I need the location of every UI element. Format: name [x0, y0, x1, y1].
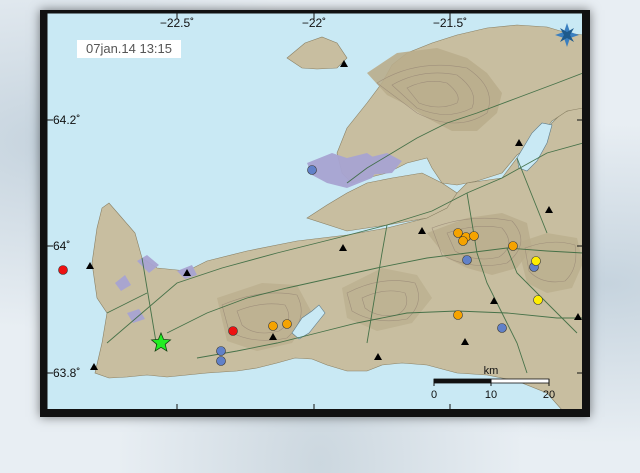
earthquake-marker[interactable] [453, 310, 463, 320]
lat-label-1: 64.2˚ [53, 113, 80, 127]
earthquake-marker[interactable] [216, 356, 226, 366]
scale-tick-0: 0 [431, 389, 437, 401]
lon-label-2: −22˚ [302, 16, 326, 30]
earthquake-marker[interactable] [268, 321, 278, 331]
earthquake-marker[interactable] [533, 295, 543, 305]
earthquake-marker[interactable] [453, 228, 463, 238]
earthquake-marker[interactable] [462, 255, 472, 265]
earthquake-marker[interactable] [216, 346, 226, 356]
scale-unit: km [484, 365, 499, 377]
timestamp-label: 07jan.14 13:15 [77, 40, 181, 58]
scale-tick-20: 20 [543, 389, 555, 401]
earthquake-marker[interactable] [58, 265, 68, 275]
earthquake-marker[interactable] [282, 319, 292, 329]
earthquake-marker[interactable] [228, 326, 238, 336]
earthquake-marker[interactable] [531, 256, 541, 266]
earthquake-marker[interactable] [469, 231, 479, 241]
lon-label-3: −21.5˚ [433, 16, 467, 30]
earthquake-map[interactable]: −22.5˚ −22˚ −21.5˚ 64.2˚ 64˚ 63.8˚ km 0 … [47, 13, 583, 410]
lon-label-1: −22.5˚ [160, 16, 194, 30]
earthquake-marker[interactable] [458, 236, 468, 246]
earthquake-marker[interactable] [307, 165, 317, 175]
map-viewport[interactable]: −22.5˚ −22˚ −21.5˚ 64.2˚ 64˚ 63.8˚ km 0 … [47, 13, 583, 410]
map-frame: −22.5˚ −22˚ −21.5˚ 64.2˚ 64˚ 63.8˚ km 0 … [40, 10, 590, 417]
earthquake-marker[interactable] [497, 323, 507, 333]
lat-label-2: 64˚ [53, 239, 70, 253]
earthquake-marker[interactable] [508, 241, 518, 251]
scale-tick-10: 10 [485, 389, 497, 401]
lat-label-3: 63.8˚ [53, 366, 80, 380]
